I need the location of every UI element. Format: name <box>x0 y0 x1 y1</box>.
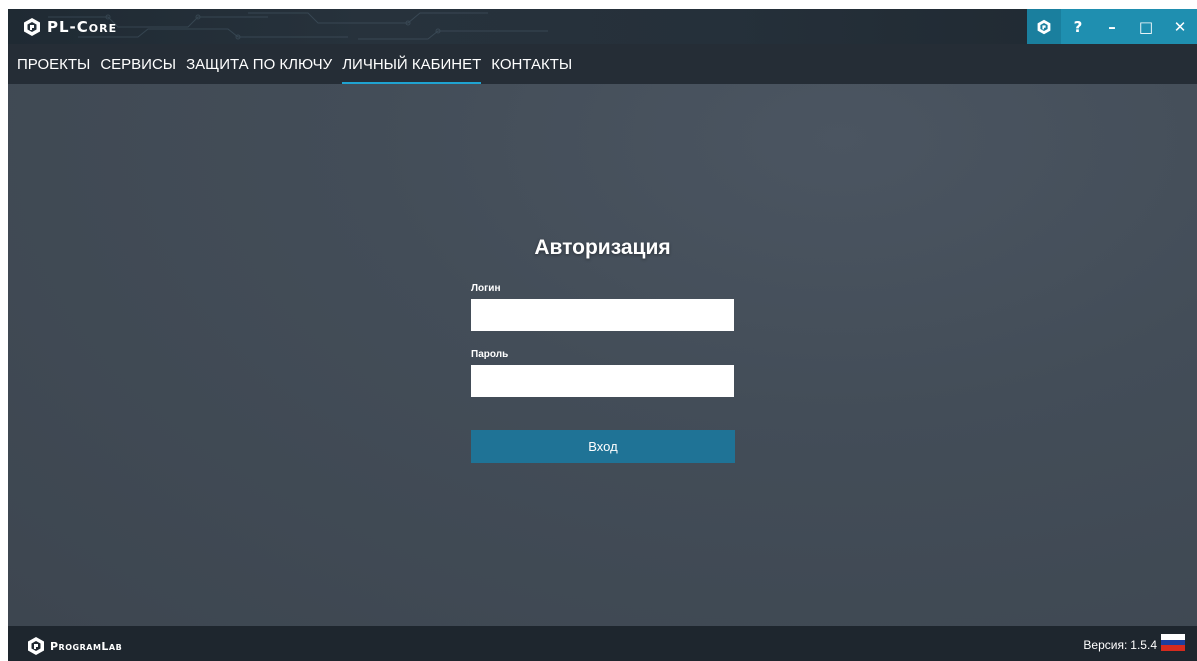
pl-logo-icon <box>24 18 40 36</box>
main-nav: ПРОЕКТЫ СЕРВИСЫ ЗАЩИТА ПО КЛЮЧУ ЛИЧНЫЙ К… <box>8 44 1197 84</box>
login-label: Логин <box>471 283 501 294</box>
version-info: Версия: 1.5.4 <box>1083 638 1157 652</box>
programlab-logo-icon <box>28 637 44 655</box>
minimize-button[interactable]: – <box>1095 9 1129 44</box>
app-menu-button[interactable] <box>1027 9 1061 44</box>
status-bar: ProgramLab Версия: 1.5.4 <box>8 626 1197 661</box>
pl-logo-icon <box>1037 19 1051 34</box>
flag-stripe-red <box>1161 645 1185 652</box>
nav-item-projects[interactable]: ПРОЕКТЫ <box>17 44 90 82</box>
maximize-button[interactable]: □ <box>1129 9 1163 44</box>
programlab-logo: ProgramLab <box>26 636 122 656</box>
nav-item-personal-account[interactable]: ЛИЧНЫЙ КАБИНЕТ <box>342 44 482 84</box>
close-button[interactable]: ✕ <box>1163 9 1197 44</box>
password-label: Пароль <box>471 349 509 360</box>
russian-flag-icon[interactable] <box>1161 634 1185 652</box>
brand-name: ProgramLab <box>50 639 123 653</box>
auth-panel: Авторизация Логин Пароль Вход <box>8 84 1197 626</box>
help-button[interactable]: ? <box>1061 9 1095 44</box>
version-number: 1.5.4 <box>1130 638 1157 652</box>
title-bar: PL-Core ? – □ ✕ <box>8 9 1197 44</box>
nav-item-contacts[interactable]: КОНТАКТЫ <box>491 44 572 82</box>
circuit-decoration <box>48 12 548 40</box>
login-button[interactable]: Вход <box>471 430 735 463</box>
nav-item-services[interactable]: СЕРВИСЫ <box>100 44 176 82</box>
app-title: PL-Core <box>47 18 118 36</box>
auth-title: Авторизация <box>534 236 671 259</box>
window-controls: ? – □ ✕ <box>1027 9 1197 44</box>
version-label: Версия: <box>1083 638 1128 652</box>
app-window: PL-Core ? – □ ✕ ПРОЕКТЫ СЕРВИСЫ ЗАЩИТА П… <box>8 9 1197 661</box>
password-input[interactable] <box>471 365 734 397</box>
nav-item-key-protection[interactable]: ЗАЩИТА ПО КЛЮЧУ <box>186 44 332 82</box>
app-logo: PL-Core <box>22 17 117 37</box>
login-input[interactable] <box>471 299 734 331</box>
